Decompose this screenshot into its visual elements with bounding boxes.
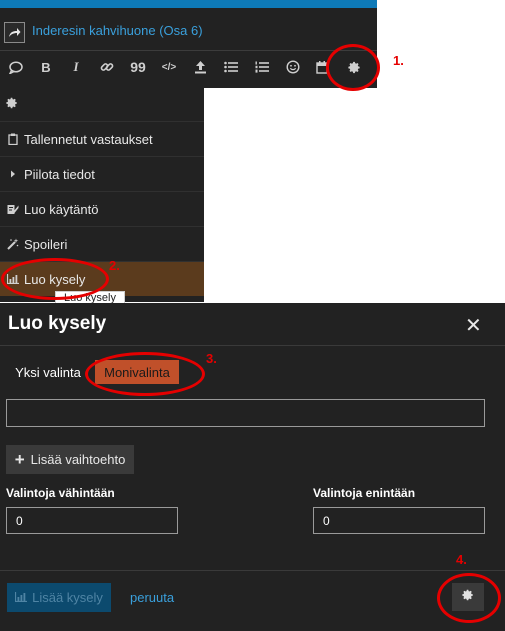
annotation-number-4: 4. [456, 552, 467, 567]
caret-right-icon [5, 170, 21, 178]
link-icon[interactable] [93, 51, 121, 83]
annotation-circle-4 [437, 573, 501, 623]
add-option-label: Lisää vaihtoehto [30, 452, 126, 467]
emoji-icon[interactable] [279, 51, 307, 83]
menu-item-label: Spoileri [24, 236, 68, 252]
plus-icon: + [14, 449, 25, 469]
tab-single-choice[interactable]: Yksi valinta [8, 358, 88, 386]
annotation-circle-3 [85, 352, 205, 396]
poll-option-input[interactable] [6, 399, 485, 427]
gear-icon [6, 96, 18, 114]
divider [0, 570, 505, 571]
bold-icon[interactable]: B [32, 51, 60, 83]
upload-icon[interactable] [186, 51, 214, 83]
annotation-circle-1 [326, 44, 380, 91]
menu-item-label: Luo käytäntö [24, 201, 99, 217]
min-choices-label: Valintoja vähintään [6, 486, 115, 500]
menu-item-hide-details[interactable]: Piilota tiedot [0, 156, 204, 191]
menu-item-label: Piilota tiedot [24, 166, 95, 182]
composer-top-bar [0, 0, 377, 8]
annotation-number-2: 2. [109, 258, 120, 273]
add-poll-label: Lisää kysely [32, 590, 103, 605]
menu-item-spoiler[interactable]: Spoileri [0, 226, 204, 261]
clipboard-icon [5, 133, 21, 145]
divider [0, 345, 505, 346]
quote-icon[interactable]: 99 [124, 51, 152, 83]
menu-item-saved-replies[interactable]: Tallennetut vastaukset [0, 121, 204, 156]
code-icon[interactable]: </> [155, 51, 183, 83]
min-choices-input[interactable]: 0 [6, 507, 178, 534]
annotation-number-1: 1. [393, 53, 404, 68]
annotation-number-3: 3. [206, 351, 217, 366]
add-poll-button[interactable]: Lisää kysely [7, 583, 111, 612]
modal-title: Luo kysely [8, 313, 107, 334]
policy-icon [5, 204, 21, 215]
max-choices-input[interactable]: 0 [313, 507, 485, 534]
max-choices-label: Valintoja enintään [313, 486, 416, 500]
topic-title-link[interactable]: Inderesin kahvihuone (Osa 6) [32, 23, 203, 38]
reply-icon[interactable] [4, 22, 25, 43]
menu-item-create-policy[interactable]: Luo käytäntö [0, 191, 204, 226]
bullet-list-icon[interactable] [217, 51, 245, 83]
cancel-link[interactable]: peruuta [130, 590, 174, 605]
annotation-circle-2 [1, 258, 109, 300]
chart-icon [14, 590, 28, 605]
close-icon[interactable]: ✕ [465, 313, 482, 338]
menu-item-label: Tallennetut vastaukset [24, 131, 153, 147]
speech-bubble-icon[interactable] [2, 51, 30, 83]
magic-wand-icon [5, 238, 21, 250]
add-option-button[interactable]: + Lisää vaihtoehto [6, 445, 134, 474]
editor-toolbar: B I 99 </> [0, 51, 377, 87]
numbered-list-icon[interactable] [248, 51, 276, 83]
italic-icon[interactable]: I [62, 51, 90, 83]
